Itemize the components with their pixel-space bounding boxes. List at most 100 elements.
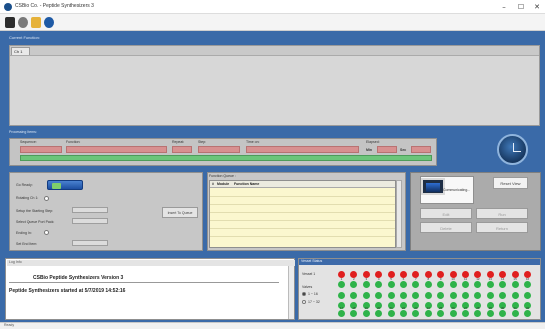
go-ready-label: Go Ready: [16,183,33,187]
settings-icon[interactable] [18,17,28,28]
end-item-label: Set End Item: [16,242,38,246]
globe-icon[interactable] [44,17,54,28]
vessel-dot [424,310,432,317]
window-title: CSBio Co. - Peptide Synthesizers 3 [15,3,94,9]
vessel-dot [511,292,519,299]
section-title: Current Function: [9,35,40,40]
vessel-number: 8 [427,276,430,281]
user-icon[interactable] [5,17,15,28]
queue-title: Function Queue : [209,174,236,178]
vessel-number: 25 [439,305,443,310]
communicating-label: Communicating... [443,188,471,192]
ending-label: Ending In: [16,231,32,235]
progress-bar [20,155,432,161]
insert-to-queue-button[interactable]: Insert To Queue [162,207,198,218]
vessel-dot [511,310,519,317]
vessel-dot [387,292,395,299]
toolbar [0,14,545,31]
time-on-label: Time on: [246,140,260,144]
vessel-dot [462,281,469,288]
vessel-number: 12 [476,276,480,281]
queue-scrollbar[interactable] [396,180,402,248]
vessel-dot [524,281,531,288]
vessel-dot [338,292,345,299]
vessel-number: 10 [451,276,455,281]
current-function-content [10,55,539,125]
help-icon[interactable] [31,17,41,28]
vessel-status-title: Vessel Status [299,259,540,265]
clock-icon [497,134,528,165]
app-icon [4,3,12,11]
status-bar: Ready [0,322,545,329]
vessel-number: 14 [501,276,505,281]
valves-label: Valves [302,285,313,289]
vessel-dot [449,281,457,288]
vessel-dot [486,310,494,317]
vessel-dot [400,292,407,299]
log-scrollbar[interactable] [288,266,294,319]
repeat-label: Repeat: [172,140,185,144]
vessel-dot [362,292,370,299]
delete-button[interactable]: Delete [420,222,472,233]
ending-radio[interactable] [44,230,49,235]
end-item-select[interactable] [72,240,108,246]
log-title: Log Info [7,260,295,266]
vessel-number: 4 [377,276,380,281]
rotating-label: Rotating Ch 1: [16,196,39,200]
queue-row-line [210,220,395,221]
vessel-number: 18 [352,305,356,310]
range-1-16-radio[interactable] [302,292,306,296]
queue-col-function: Function Name [234,182,260,186]
vessel-number: 5 [390,276,392,281]
vessel-dot [424,292,432,299]
repeat-field [172,146,192,153]
step-field [198,146,240,153]
vessel-number: 6 [402,276,405,281]
return-button[interactable]: Return [476,222,528,233]
queue-row-line [210,204,395,205]
starting-step-input[interactable] [72,207,108,213]
range-17-32-radio[interactable] [302,300,306,304]
go-button[interactable] [47,180,83,190]
vessel-dot [486,292,494,299]
vessel-number: 29 [488,305,492,310]
rotating-radio[interactable] [44,196,49,201]
vessel-dot [424,281,432,288]
vessel-number: 23 [414,305,418,310]
vessel-number: 13 [488,276,492,281]
queue-port-label: Select Queue Port Pack: [16,220,55,224]
vessel-dot [449,310,457,317]
log-line-version: CSBio Peptide Synthesizers Version 3 [33,275,124,281]
queue-row-line [210,236,395,237]
vessel-number: 1 [340,276,343,281]
function-label: Function: [66,140,81,144]
queue-col-module: Module [217,182,230,186]
vessel-dot [511,281,519,288]
queue-row-line [210,196,395,197]
vessel-number: 15 [513,276,517,281]
vessel-number: 2 [353,276,355,281]
elapsed-min-label: Min [366,148,373,152]
vessel-row-label: Vessel 1 [302,272,316,276]
minimize-button[interactable]: – [498,2,510,12]
reset-view-button[interactable]: Reset View [493,177,528,189]
vessel-number: 31 [513,305,517,310]
vessel-number: 30 [501,305,505,310]
maximize-button[interactable]: ☐ [515,2,527,12]
close-button[interactable]: ✕ [531,2,543,12]
vessel-dot [400,281,407,288]
run-button[interactable]: Run [476,208,528,219]
vessel-number: 3 [365,276,368,281]
range-17-32-label: 17 ~ 32 [308,300,320,304]
queue-row-line [210,228,395,229]
vessel-number: 9 [439,276,442,281]
vessel-number: 20 [377,305,381,310]
vessel-number: 7 [415,276,417,281]
edit-button[interactable]: Edit [420,208,472,219]
vessel-dot [524,292,531,299]
queue-port-input[interactable] [72,218,108,224]
tab-ch1[interactable]: Ch 1 [11,47,30,55]
queue-list[interactable] [209,180,396,248]
starting-step-label: Setup the Starting Step: [16,209,54,213]
vessel-number: 19 [364,305,368,310]
